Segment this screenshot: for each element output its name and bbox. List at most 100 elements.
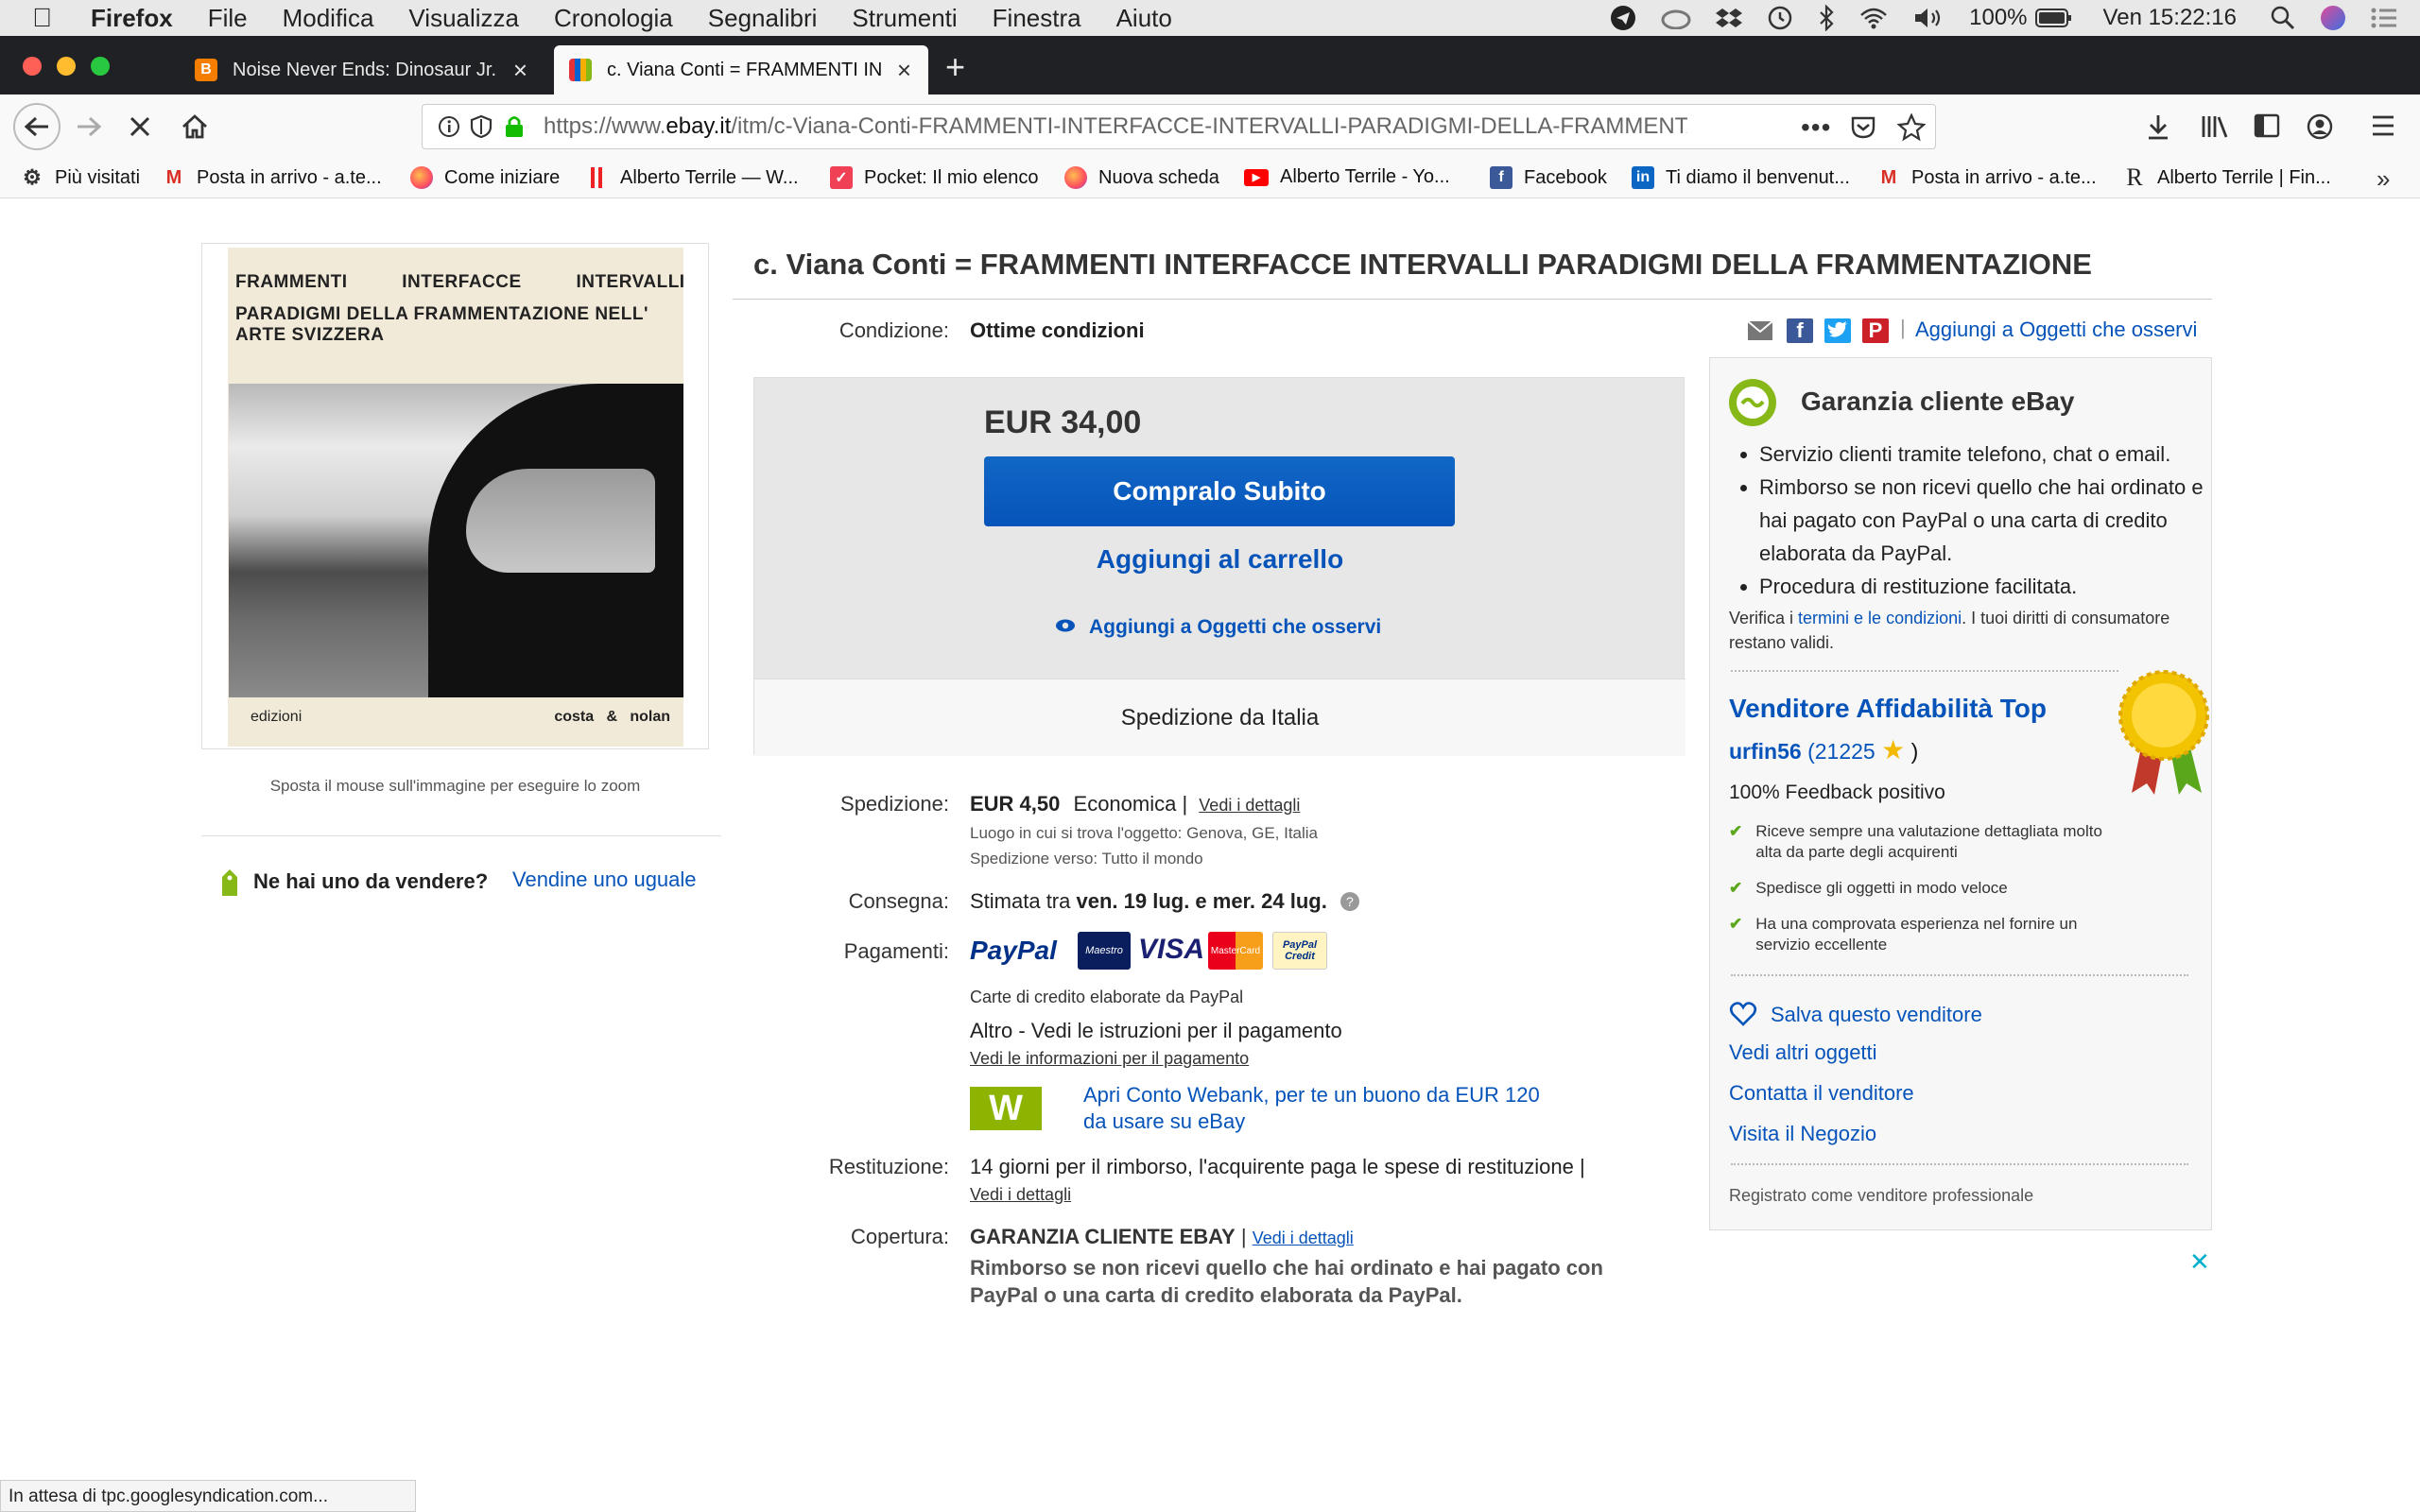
bookmark-pocket[interactable]: ✓ Pocket: Il mio elenco bbox=[830, 166, 1039, 189]
back-button[interactable] bbox=[13, 103, 60, 150]
url-text[interactable]: https://www.ebay.it/itm/c-Viana-Conti-FR… bbox=[544, 113, 1687, 140]
buy-now-button[interactable]: Compralo Subito bbox=[984, 456, 1455, 526]
window-minimize-button[interactable] bbox=[57, 57, 76, 76]
telegram-icon[interactable] bbox=[1610, 5, 1636, 31]
twitter-share-icon[interactable] bbox=[1824, 318, 1851, 343]
bookmark-label: Posta in arrivo - a.te... bbox=[197, 166, 382, 188]
menu-cronologia[interactable]: Cronologia bbox=[554, 4, 673, 33]
time-machine-icon[interactable] bbox=[1767, 5, 1793, 31]
bookmark-gmail-2[interactable]: M Posta in arrivo - a.te... bbox=[1877, 166, 2097, 189]
dropbox-icon[interactable] bbox=[1716, 6, 1743, 30]
help-icon[interactable]: ? bbox=[1340, 892, 1359, 911]
check-icon: ✔ bbox=[1729, 915, 1743, 933]
add-to-watchlist-button[interactable]: Aggiungi a Oggetti che osservi bbox=[1089, 616, 1381, 639]
downloads-icon[interactable] bbox=[2146, 113, 2170, 145]
sidebar-icon[interactable] bbox=[2254, 113, 2280, 143]
shipping-details-link[interactable]: Vedi i dettagli bbox=[1199, 796, 1300, 815]
bookmark-label: Posta in arrivo - a.te... bbox=[1911, 166, 2097, 188]
shipping-summary: EUR 4,50 Economica | Vedi i dettagli bbox=[970, 792, 1300, 816]
heart-icon[interactable] bbox=[1729, 1001, 1757, 1032]
bookmark-piu-visitati[interactable]: ⚙ Più visitati bbox=[21, 165, 141, 189]
menu-file[interactable]: File bbox=[208, 4, 248, 33]
visit-store-link[interactable]: Visita il Negozio bbox=[1729, 1122, 1876, 1146]
bookmark-come-iniziare[interactable]: Come iniziare bbox=[410, 166, 560, 189]
webank-promo-line1[interactable]: Apri Conto Webank, per te un buono da EU… bbox=[1083, 1083, 1540, 1108]
save-seller-link[interactable]: Salva questo venditore bbox=[1771, 1003, 1982, 1027]
returns-details-link[interactable]: Vedi i dettagli bbox=[970, 1185, 1071, 1205]
ships-from: Spedizione da Italia bbox=[754, 679, 1685, 756]
pocket-save-icon[interactable] bbox=[1850, 115, 1876, 145]
ad-close-icon[interactable]: ✕ bbox=[2189, 1247, 2210, 1277]
webank-logo[interactable]: W bbox=[970, 1087, 1042, 1130]
bluetooth-icon[interactable] bbox=[1818, 5, 1835, 31]
seller-name[interactable]: urfin56 bbox=[1729, 739, 1802, 764]
apple-menu-icon[interactable]:  bbox=[32, 3, 66, 33]
bookmark-terrile-fin[interactable]: R Alberto Terrile | Fin... bbox=[2123, 163, 2330, 191]
bookmark-linkedin[interactable]: in Ti diamo il benvenut... bbox=[1632, 166, 1850, 189]
facebook-share-icon[interactable]: f bbox=[1787, 318, 1813, 343]
sell-similar-link[interactable]: Vendine uno uguale bbox=[512, 868, 697, 892]
battery-icon[interactable] bbox=[2034, 8, 2073, 28]
tab-ebay-item[interactable]: c. Viana Conti = FRAMMENTI IN × bbox=[554, 45, 928, 94]
pinterest-share-icon[interactable]: P bbox=[1862, 318, 1889, 343]
bookmark-gmail-1[interactable]: M Posta in arrivo - a.te... bbox=[163, 166, 382, 189]
email-share-icon[interactable] bbox=[1747, 318, 1773, 343]
bookmark-nuova-scheda[interactable]: Nuova scheda bbox=[1064, 166, 1219, 189]
menu-finestra[interactable]: Finestra bbox=[993, 4, 1081, 33]
check-icon: ✔ bbox=[1729, 879, 1743, 897]
info-icon[interactable] bbox=[438, 115, 460, 143]
seller-score-open: ( bbox=[1807, 739, 1815, 764]
wifi-icon[interactable] bbox=[1859, 7, 1888, 29]
terms-link[interactable]: termini e le condizioni bbox=[1798, 609, 1962, 627]
creative-cloud-icon[interactable] bbox=[1661, 7, 1691, 29]
clock[interactable]: Ven 15:22:16 bbox=[2103, 5, 2237, 31]
tab-noise-never-ends[interactable]: B Noise Never Ends: Dinosaur Jr. × bbox=[180, 45, 544, 94]
forward-button[interactable] bbox=[70, 108, 108, 146]
lock-icon[interactable] bbox=[504, 114, 525, 144]
url-bar[interactable]: https://www.ebay.it/itm/c-Viana-Conti-FR… bbox=[422, 104, 1936, 149]
menu-aiuto[interactable]: Aiuto bbox=[1116, 4, 1172, 33]
menu-modifica[interactable]: Modifica bbox=[283, 4, 374, 33]
add-to-cart-button[interactable]: Aggiungi al carrello bbox=[754, 544, 1685, 575]
page-actions-icon[interactable]: ••• bbox=[1801, 112, 1831, 143]
home-button[interactable] bbox=[176, 108, 214, 146]
notification-center-icon[interactable] bbox=[2371, 8, 2397, 28]
menu-visualizza[interactable]: Visualizza bbox=[408, 4, 519, 33]
menu-app-name[interactable]: Firefox bbox=[91, 4, 173, 33]
webank-promo-line2[interactable]: da usare su eBay bbox=[1083, 1109, 1245, 1134]
ships-to: Spedizione verso: Tutto il mondo bbox=[970, 850, 1203, 868]
bookmark-youtube[interactable]: ▶ Alberto Terrile - Yo... bbox=[1244, 166, 1450, 188]
hamburger-menu-icon[interactable] bbox=[2371, 114, 2395, 142]
bookmarks-overflow-icon[interactable]: » bbox=[2377, 164, 2390, 194]
other-items-link[interactable]: Vedi altri oggetti bbox=[1729, 1040, 1877, 1065]
product-image[interactable]: FRAMMENTI INTERFACCE INTERVALLI PARADIGM… bbox=[228, 248, 684, 747]
contact-seller-link[interactable]: Contatta il venditore bbox=[1729, 1081, 1914, 1106]
stop-loading-button[interactable] bbox=[121, 108, 159, 146]
tracking-protection-icon[interactable] bbox=[470, 114, 493, 144]
library-icon[interactable] bbox=[2201, 113, 2229, 145]
price: EUR 34,00 bbox=[984, 404, 1142, 440]
account-icon[interactable] bbox=[2307, 113, 2333, 145]
window-zoom-button[interactable] bbox=[91, 57, 110, 76]
seller-score[interactable]: 21225 bbox=[1815, 739, 1876, 764]
siri-icon[interactable] bbox=[2320, 5, 2346, 31]
bookmark-label: Più visitati bbox=[55, 166, 141, 188]
volume-icon[interactable] bbox=[1912, 6, 1945, 30]
bookmark-terrile-w[interactable]: Alberto Terrile — W... bbox=[586, 166, 799, 189]
new-tab-button[interactable]: + bbox=[945, 47, 965, 87]
spotlight-search-icon[interactable] bbox=[2271, 6, 2295, 30]
menu-segnalibri[interactable]: Segnalibri bbox=[708, 4, 818, 33]
bookmark-star-icon[interactable] bbox=[1896, 112, 1927, 146]
tab-close-icon[interactable]: × bbox=[897, 56, 911, 85]
coverage-details-link[interactable]: Vedi i dettagli bbox=[1253, 1228, 1354, 1247]
top-rated-seller[interactable]: Venditore Affidabilità Top bbox=[1729, 694, 2047, 724]
bookmark-facebook[interactable]: f Facebook bbox=[1490, 166, 1607, 189]
registered-business: Registrato come venditore professionale bbox=[1729, 1186, 2034, 1205]
payment-info-link[interactable]: Vedi le informazioni per il pagamento bbox=[970, 1049, 1249, 1069]
window-close-button[interactable] bbox=[23, 57, 42, 76]
tab-close-icon[interactable]: × bbox=[513, 56, 527, 85]
watch-link-top[interactable]: Aggiungi a Oggetti che osservi bbox=[1915, 318, 2197, 342]
menu-strumenti[interactable]: Strumenti bbox=[852, 4, 957, 33]
seller-perks: ✔ Riceve sempre una valutazione dettaglia… bbox=[1729, 821, 2126, 955]
eye-icon[interactable] bbox=[1055, 618, 1076, 638]
